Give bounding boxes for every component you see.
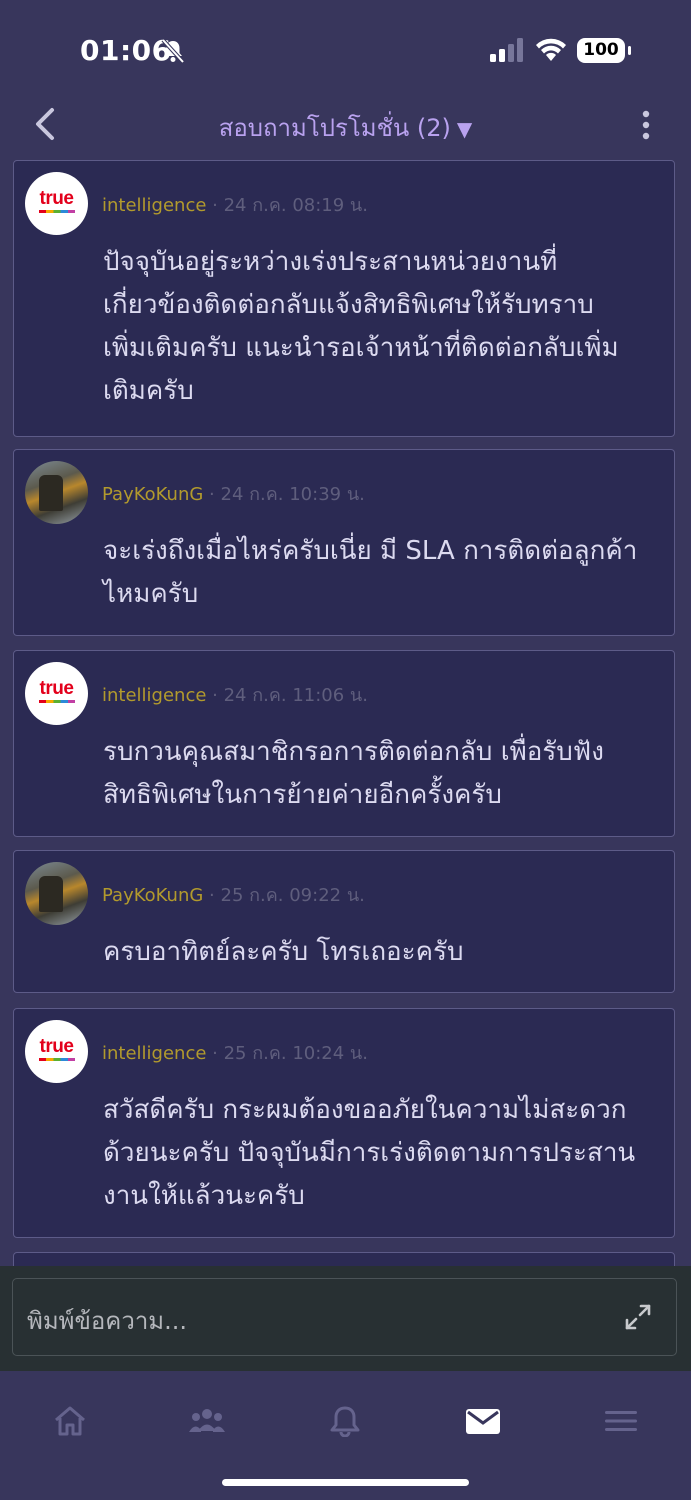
message-username[interactable]: PayKoKunG [102,484,203,505]
conversation-title-text: สอบถามโปรโมชั่น (2) [218,114,451,142]
message-card: PayKoKunG · 24 ก.ค. 10:39 น. จะเร่งถึงเม… [13,449,675,636]
message-card: true intelligence · 25 ก.ค. 10:24 น. สวั… [13,1008,675,1238]
conversation-title[interactable]: สอบถามโปรโมชั่น (2) ▼ [0,108,691,147]
avatar[interactable]: true [25,662,88,725]
true-logo-icon: true [39,678,74,699]
members-icon[interactable] [187,1405,227,1437]
message-text: ปัจจุบันอยู่ระหว่างเร่งประสานหน่วยงานที่… [103,247,619,406]
message-username[interactable]: intelligence [102,685,206,706]
avatar[interactable]: true [25,1020,88,1083]
message-card: PayKoKunG · 25 ก.ค. 09:22 น. ครบอาทิตย์ล… [13,850,675,993]
message-time: 25 ก.ค. 09:22 น. [220,885,365,906]
message-input[interactable]: พิมพ์ข้อความ... [12,1278,677,1356]
message-card: true intelligence · 24 ก.ค. 11:06 น. รบก… [13,650,675,837]
caret-down-icon: ▼ [456,117,473,141]
avatar[interactable] [25,461,88,524]
conversation-header: สอบถามโปรโมชั่น (2) ▼ [0,92,691,158]
message-input-placeholder: พิมพ์ข้อความ... [27,1307,187,1335]
message-list[interactable]: true intelligence · 24 ก.ค. 08:19 น. ปัจ… [0,158,691,1266]
message-composer: พิมพ์ข้อความ... [0,1266,691,1371]
home-icon[interactable] [50,1405,90,1437]
menu-icon[interactable] [601,1405,641,1437]
message-text: รบกวนคุณสมาชิกรอการติดต่อกลับ เพื่อรับฟั… [103,737,604,810]
signal-icon [490,38,523,62]
message-meta: intelligence · 24 ก.ค. 08:19 น. [102,195,368,216]
message-time: 25 ก.ค. 10:24 น. [223,1043,368,1064]
avatar[interactable] [25,862,88,925]
mail-icon[interactable] [463,1405,503,1437]
more-options-icon[interactable] [636,108,656,142]
message-username[interactable]: intelligence [102,195,206,216]
status-time: 01:06 [80,34,172,67]
message-time: 24 ก.ค. 08:19 น. [223,195,368,216]
true-logo-icon: true [39,188,74,209]
message-card-partial [13,1252,675,1266]
message-time: 24 ก.ค. 11:06 น. [223,685,368,706]
battery-icon: 100 [577,38,631,63]
message-text: ครบอาทิตย์ละครับ โทรเถอะครับ [103,937,464,967]
message-meta: intelligence · 24 ก.ค. 11:06 น. [102,685,368,706]
message-username[interactable]: intelligence [102,1043,206,1064]
bell-muted-icon [161,38,185,64]
message-username[interactable]: PayKoKunG [102,885,203,906]
true-logo-icon: true [39,1036,74,1057]
message-meta: PayKoKunG · 24 ก.ค. 10:39 น. [102,484,365,505]
message-card: true intelligence · 24 ก.ค. 08:19 น. ปัจ… [13,160,675,437]
avatar[interactable]: true [25,172,88,235]
wifi-icon [536,38,566,61]
message-meta: intelligence · 25 ก.ค. 10:24 น. [102,1043,368,1064]
status-bar: 01:06 100 [0,0,691,92]
message-time: 24 ก.ค. 10:39 น. [220,484,365,505]
home-indicator[interactable] [222,1479,469,1486]
bell-icon[interactable] [325,1405,365,1437]
expand-icon[interactable] [624,1303,652,1331]
message-text: สวัสดีครับ กระผมต้องขออภัยในความไม่สะดวก… [103,1095,636,1211]
message-meta: PayKoKunG · 25 ก.ค. 09:22 น. [102,885,365,906]
message-text: จะเร่งถึงเมื่อไหร่ครับเนี่ย มี SLA การติ… [103,536,638,609]
